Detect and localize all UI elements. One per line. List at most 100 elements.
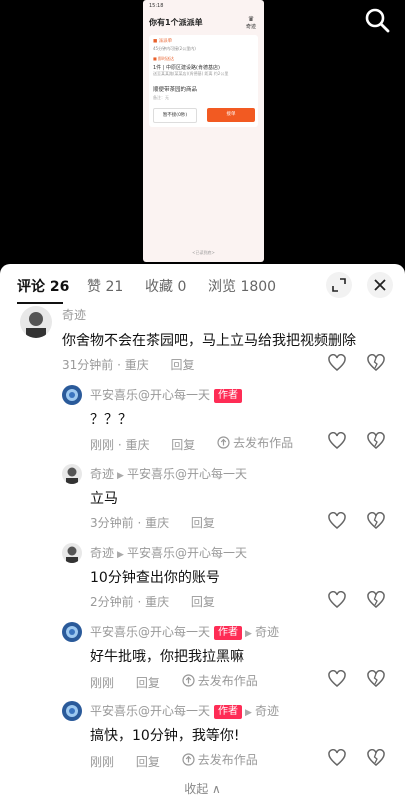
dislike-icon[interactable] bbox=[367, 591, 385, 609]
phone-bottom-text: <已读到底> bbox=[192, 250, 215, 255]
reply-button[interactable]: 回复 bbox=[171, 358, 195, 372]
collapse-replies-button[interactable]: 收起 ∧ bbox=[0, 780, 405, 797]
accept-button: 接单 bbox=[207, 108, 255, 122]
comment-meta: 2分钟前 · 重庆 回复 bbox=[90, 593, 233, 610]
dislike-icon[interactable] bbox=[367, 670, 385, 688]
reply-arrow-icon: ▶ bbox=[245, 629, 252, 639]
author-badge: 作者 bbox=[214, 389, 243, 403]
like-icon[interactable] bbox=[328, 670, 346, 688]
tab-favorites[interactable]: 收藏 0 bbox=[145, 276, 186, 296]
comment-panel: 评论 26 赞 21 收藏 0 浏览 1800 奇迹 你舍物不会在茶园吧，马上立… bbox=[0, 264, 405, 800]
comment-time: 2分钟前 · 重庆 bbox=[90, 595, 170, 609]
tab-likes[interactable]: 赞 21 bbox=[87, 276, 123, 296]
comment-time: 刚刚 bbox=[90, 755, 115, 769]
comment-time: 31分钟前 · 重庆 bbox=[62, 358, 149, 372]
phone-status-time: 15:18 bbox=[149, 3, 164, 9]
comment-time: 刚刚 bbox=[90, 676, 115, 690]
comment-text: 搞快，10分钟，我等你! bbox=[90, 728, 240, 744]
like-icon[interactable] bbox=[328, 432, 346, 450]
avatar[interactable] bbox=[62, 464, 82, 484]
author-badge: 作者 bbox=[214, 626, 243, 640]
phone-order-card: ■ 派派单 45分钟内可接(2公里内) ■ 即时送达 1件 | 中原区建设路(肯… bbox=[149, 35, 258, 127]
phone-title: 你有1个派派单 bbox=[149, 18, 203, 27]
reply-arrow-icon: ▶ bbox=[245, 708, 252, 718]
reply-button[interactable]: 回复 bbox=[171, 438, 195, 452]
comment-author[interactable]: 奇迹 bbox=[62, 306, 86, 323]
reply-to-name[interactable]: 平安喜乐@开心每一天 bbox=[127, 467, 247, 481]
comment-text: 10分钟查出你的账号 bbox=[90, 570, 220, 586]
reply-button[interactable]: 回复 bbox=[191, 516, 215, 530]
reply-button[interactable]: 回复 bbox=[136, 676, 160, 690]
comment-author[interactable]: 平安喜乐@开心每一天 作者 ▶ 奇迹 bbox=[90, 702, 279, 719]
comment-meta: 刚刚 · 重庆 回复 去发布作品 bbox=[90, 434, 329, 453]
author-name[interactable]: 平安喜乐@开心每一天 bbox=[90, 704, 210, 718]
card-line: 顺便带茶园的商品 bbox=[153, 87, 198, 93]
publish-work-label: 去发布作品 bbox=[197, 674, 258, 688]
card-line: ■ 派派单 bbox=[153, 39, 173, 44]
expand-button[interactable] bbox=[326, 272, 352, 298]
comment-author[interactable]: 奇迹 ▶ 平安喜乐@开心每一天 bbox=[90, 544, 247, 561]
comment-text: 好牛批哦，你把我拉黑嘛 bbox=[90, 649, 244, 665]
comment-text: ？？？ bbox=[90, 412, 132, 428]
tab-bar: 评论 26 赞 21 收藏 0 浏览 1800 bbox=[0, 264, 405, 304]
phone-right-label: ♛ 奇迹 bbox=[246, 15, 256, 30]
search-icon[interactable] bbox=[363, 6, 391, 34]
comment-time: 刚刚 · 重庆 bbox=[90, 438, 150, 452]
comment-meta: 刚刚 回复 去发布作品 bbox=[90, 672, 294, 691]
phone-right-text: 奇迹 bbox=[245, 24, 256, 30]
publish-work-button[interactable]: 去发布作品 bbox=[182, 751, 276, 768]
publish-icon bbox=[217, 436, 230, 449]
card-line: 1件 | 中原区建设路(肯德基店) bbox=[153, 65, 220, 71]
reply-button[interactable]: 回复 bbox=[191, 595, 215, 609]
publish-work-button[interactable]: 去发布作品 bbox=[217, 434, 311, 451]
publish-icon bbox=[182, 753, 195, 766]
reply-to-name[interactable]: 奇迹 bbox=[255, 625, 279, 639]
author-badge: 作者 bbox=[214, 705, 243, 719]
comment-author[interactable]: 平安喜乐@开心每一天 作者 bbox=[90, 386, 243, 403]
like-icon[interactable] bbox=[328, 749, 346, 767]
tab-comments[interactable]: 评论 26 bbox=[17, 276, 69, 296]
like-icon[interactable] bbox=[328, 591, 346, 609]
tab-views[interactable]: 浏览 1800 bbox=[208, 276, 276, 296]
dislike-icon[interactable] bbox=[367, 749, 385, 767]
author-name[interactable]: 奇迹 bbox=[90, 546, 114, 560]
dislike-icon[interactable] bbox=[367, 354, 385, 372]
comment-author[interactable]: 平安喜乐@开心每一天 作者 ▶ 奇迹 bbox=[90, 623, 279, 640]
avatar[interactable] bbox=[62, 701, 82, 721]
comment-text: 立马 bbox=[90, 491, 118, 507]
active-tab-indicator bbox=[17, 302, 63, 304]
avatar[interactable] bbox=[62, 543, 82, 563]
like-icon[interactable] bbox=[328, 354, 346, 372]
card-line: ■ 即时送达 bbox=[153, 56, 175, 61]
avatar[interactable] bbox=[62, 622, 82, 642]
dislike-icon[interactable] bbox=[367, 432, 385, 450]
comment-meta: 刚刚 回复 去发布作品 bbox=[90, 751, 294, 770]
reply-to-name[interactable]: 奇迹 bbox=[255, 704, 279, 718]
author-name[interactable]: 平安喜乐@开心每一天 bbox=[90, 625, 210, 639]
video-area[interactable]: 15:18 你有1个派派单 ♛ 奇迹 ■ 派派单 45分钟内可接(2公里内) ■… bbox=[0, 0, 405, 265]
author-name[interactable]: 奇迹 bbox=[90, 467, 114, 481]
reply-button[interactable]: 回复 bbox=[136, 755, 160, 769]
comment-meta: 3分钟前 · 重庆 回复 bbox=[90, 514, 233, 531]
like-icon[interactable] bbox=[328, 512, 346, 530]
avatar[interactable] bbox=[20, 306, 52, 338]
comment-meta: 31分钟前 · 重庆 回复 bbox=[62, 356, 213, 373]
comment-text: 你舍物不会在茶园吧，马上立马给我把视频删除 bbox=[62, 333, 356, 349]
reply-to-name[interactable]: 平安喜乐@开心每一天 bbox=[127, 546, 247, 560]
comment-time: 3分钟前 · 重庆 bbox=[90, 516, 170, 530]
publish-work-button[interactable]: 去发布作品 bbox=[182, 672, 276, 689]
card-line: 45分钟内可接(2公里内) bbox=[153, 46, 196, 51]
video-frame: 15:18 你有1个派派单 ♛ 奇迹 ■ 派派单 45分钟内可接(2公里内) ■… bbox=[143, 0, 264, 262]
author-name[interactable]: 平安喜乐@开心每一天 bbox=[90, 388, 210, 402]
dislike-icon[interactable] bbox=[367, 512, 385, 530]
reply-arrow-icon: ▶ bbox=[117, 550, 124, 560]
close-button[interactable] bbox=[367, 272, 393, 298]
card-line: 送至某某路(某某店)(肯德基) 距离 约2公里 bbox=[153, 71, 229, 76]
expand-icon bbox=[332, 278, 346, 292]
avatar[interactable] bbox=[62, 385, 82, 405]
publish-work-label: 去发布作品 bbox=[197, 753, 258, 767]
card-line: 备注：无 bbox=[153, 95, 169, 100]
comment-author[interactable]: 奇迹 ▶ 平安喜乐@开心每一天 bbox=[90, 465, 247, 482]
decline-button: 暂不接(0秒) bbox=[153, 108, 197, 123]
crown-icon: ♛ bbox=[247, 15, 255, 23]
